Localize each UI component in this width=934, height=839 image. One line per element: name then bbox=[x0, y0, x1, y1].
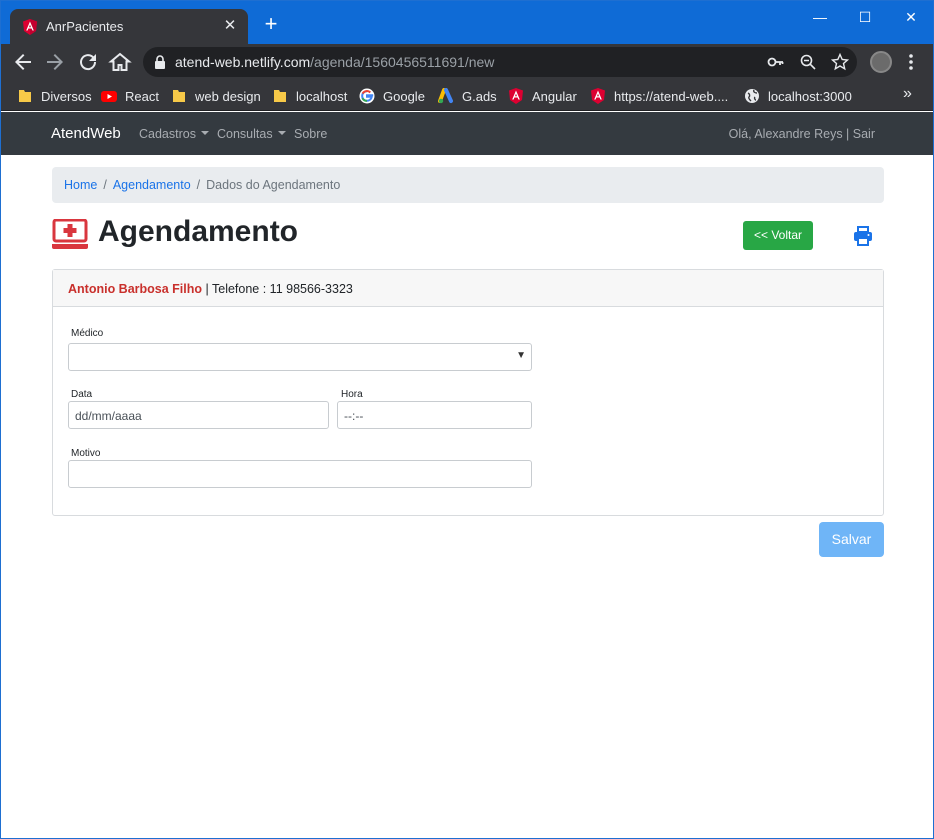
bookmark-label: Angular bbox=[532, 88, 577, 104]
close-window-button[interactable]: ✕ bbox=[896, 6, 926, 28]
breadcrumb: Home / Agendamento / Dados do Agendamento bbox=[52, 167, 884, 203]
bookmark-label: localhost bbox=[296, 88, 348, 104]
date-input[interactable]: dd/mm/aaaa bbox=[68, 401, 329, 429]
bookmark-label: G.ads bbox=[462, 88, 497, 104]
home-icon[interactable] bbox=[108, 50, 132, 74]
hora-label: Hora bbox=[341, 389, 363, 400]
data-label: Data bbox=[71, 389, 93, 400]
bookmark-label: https://atend-web.... bbox=[614, 88, 729, 104]
breadcrumb-separator: / bbox=[196, 178, 201, 192]
medical-monitor-icon bbox=[52, 219, 88, 249]
time-input[interactable]: --:-- bbox=[337, 401, 532, 429]
maximize-button[interactable]: ☐ bbox=[850, 6, 880, 28]
angular-icon bbox=[23, 19, 37, 35]
user-greeting[interactable]: Olá, Alexandre Reys | Sair bbox=[729, 127, 875, 141]
bookmark-localhost[interactable]: localhost bbox=[272, 86, 347, 106]
printer-icon[interactable] bbox=[853, 226, 873, 246]
bookmark-web-design[interactable]: web design bbox=[171, 86, 261, 106]
back-arrow-icon[interactable] bbox=[11, 50, 35, 74]
bookmarks-more-icon[interactable]: » bbox=[903, 85, 912, 103]
menu-dots-icon[interactable] bbox=[904, 51, 918, 73]
new-tab-button[interactable]: + bbox=[260, 13, 282, 36]
nav-sobre[interactable]: Sobre bbox=[294, 127, 327, 141]
reload-icon[interactable] bbox=[76, 50, 100, 74]
bookmark-google[interactable]: Google bbox=[359, 86, 425, 106]
minimize-button[interactable]: — bbox=[805, 6, 835, 28]
nav-cadastros[interactable]: Cadastros bbox=[139, 127, 209, 141]
key-icon[interactable] bbox=[767, 53, 785, 71]
google-icon bbox=[359, 88, 375, 104]
appointment-card: Antonio Barbosa Filho | Telefone : 11 98… bbox=[52, 269, 884, 516]
browser-window: AnrPacientes ✕ + — ☐ ✕ atend-web.netlify… bbox=[0, 0, 934, 839]
patient-header: Antonio Barbosa Filho | Telefone : 11 98… bbox=[53, 270, 883, 307]
bookmark-label: web design bbox=[195, 88, 261, 104]
globe-icon bbox=[745, 89, 759, 103]
motivo-label: Motivo bbox=[71, 448, 101, 459]
motivo-input[interactable] bbox=[68, 460, 532, 488]
bookmark-localhost-3000[interactable]: localhost:3000 bbox=[744, 86, 852, 106]
forward-arrow-icon[interactable] bbox=[43, 50, 67, 74]
bookmarks-bar: Diversos React web design localhost Goog… bbox=[1, 80, 933, 111]
dropdown-arrow-icon: ▼ bbox=[516, 350, 526, 361]
lock-icon bbox=[155, 55, 165, 69]
zoom-icon[interactable] bbox=[799, 53, 817, 71]
medico-label: Médico bbox=[71, 328, 104, 339]
nav-label: Cadastros bbox=[139, 127, 196, 141]
angular-icon bbox=[509, 88, 523, 104]
address-bar[interactable]: atend-web.netlify.com/agenda/15604565116… bbox=[143, 47, 857, 77]
title-bar: AnrPacientes ✕ + — ☐ ✕ bbox=[1, 1, 933, 44]
star-icon[interactable] bbox=[831, 53, 849, 71]
breadcrumb-separator: / bbox=[103, 178, 107, 192]
url-host: atend-web.netlify.com bbox=[175, 54, 311, 70]
folder-icon bbox=[274, 90, 286, 102]
caret-down-icon bbox=[277, 131, 286, 135]
breadcrumb-agendamento[interactable]: Agendamento bbox=[113, 178, 191, 192]
bookmark-label: localhost:3000 bbox=[768, 88, 852, 104]
angular-icon bbox=[591, 88, 605, 104]
back-button[interactable]: << Voltar bbox=[743, 221, 813, 250]
save-button[interactable]: Salvar bbox=[819, 522, 884, 557]
youtube-icon bbox=[101, 91, 117, 102]
google-ads-icon bbox=[438, 88, 453, 104]
page-title: Agendamento bbox=[98, 215, 299, 248]
browser-toolbar: atend-web.netlify.com/agenda/15604565116… bbox=[1, 44, 933, 80]
url-text: atend-web.netlify.com/agenda/15604565116… bbox=[175, 54, 494, 70]
folder-icon bbox=[19, 90, 31, 102]
bookmark-gads[interactable]: G.ads bbox=[438, 86, 497, 106]
bookmark-label: Diversos bbox=[41, 88, 92, 104]
nav-label: Consultas bbox=[217, 127, 273, 141]
profile-avatar[interactable] bbox=[870, 51, 892, 73]
patient-name: Antonio Barbosa Filho bbox=[68, 282, 203, 296]
breadcrumb-home[interactable]: Home bbox=[64, 178, 97, 192]
patient-phone: | Telefone : 11 98566-3323 bbox=[202, 282, 353, 296]
medico-select[interactable]: ▼ bbox=[68, 343, 532, 371]
bookmark-label: React bbox=[125, 88, 159, 104]
bookmark-angular[interactable]: Angular bbox=[508, 86, 577, 106]
browser-tab[interactable]: AnrPacientes ✕ bbox=[10, 9, 248, 44]
folder-icon bbox=[173, 90, 185, 102]
caret-down-icon bbox=[200, 131, 209, 135]
breadcrumb-current: Dados do Agendamento bbox=[206, 178, 341, 192]
bookmark-diversos[interactable]: Diversos bbox=[17, 86, 92, 106]
bookmark-label: Google bbox=[383, 88, 425, 104]
tab-title: AnrPacientes bbox=[46, 19, 124, 34]
nav-consultas[interactable]: Consultas bbox=[217, 127, 286, 141]
url-path: /agenda/1560456511691/new bbox=[310, 54, 495, 70]
app-navbar: AtendWeb Cadastros Consultas Sobre Olá, … bbox=[1, 112, 933, 155]
bookmark-atend-web[interactable]: https://atend-web.... bbox=[590, 86, 728, 106]
tab-close-icon[interactable]: ✕ bbox=[220, 16, 240, 36]
bookmark-react[interactable]: React bbox=[101, 86, 159, 106]
navbar-brand[interactable]: AtendWeb bbox=[51, 125, 121, 142]
